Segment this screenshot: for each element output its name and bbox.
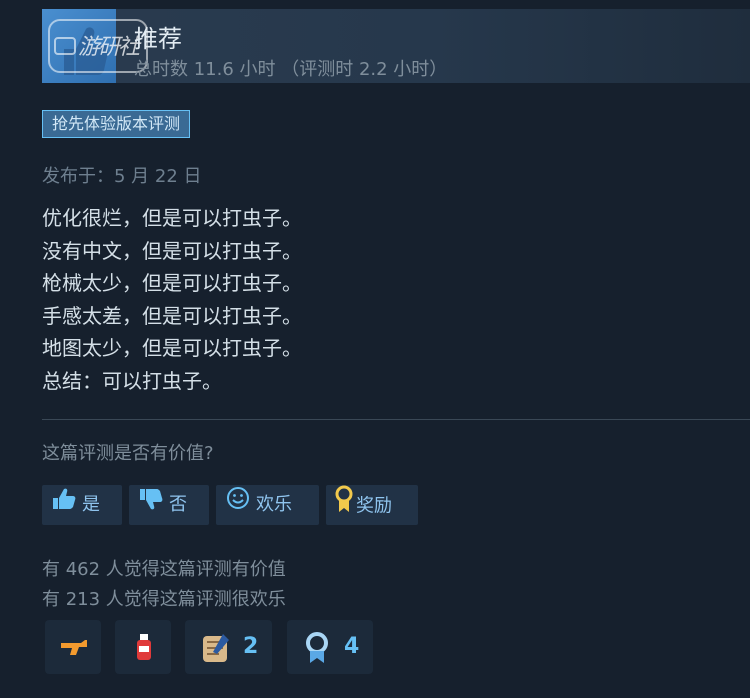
early-access-badge: 抢先体验版本评测	[42, 110, 191, 138]
review-line: 总结：可以打虫子。	[42, 368, 222, 393]
review-header: 游研社 推荐 总时数 11.6 小时 （评测时 2.2 小时）	[42, 9, 750, 83]
hours-played: 总时数 11.6 小时 （评测时 2.2 小时）	[134, 59, 448, 80]
vote-funny-button[interactable]: 欢乐	[216, 485, 319, 525]
watermark-logo: 游研社	[48, 19, 148, 73]
review-line: 地图太少，但是可以打虫子。	[42, 336, 302, 360]
review-line: 枪械太少，但是可以打虫子。	[42, 271, 302, 295]
thumbs-down-icon	[139, 485, 163, 525]
gun-award-icon	[61, 640, 87, 655]
helpful-question: 这篇评测是否有价值?	[42, 443, 214, 464]
recommendation-title: 推荐	[134, 25, 182, 53]
award-item[interactable]	[45, 620, 101, 674]
gamepad-icon	[54, 37, 76, 55]
divider	[42, 419, 750, 420]
review-line: 手感太差，但是可以打虫子。	[42, 303, 302, 328]
thumbs-up-icon	[52, 485, 76, 525]
review-line: 优化很烂，但是可以打虫子。	[42, 206, 302, 230]
bottle-award-icon	[137, 634, 151, 660]
vote-yes-button[interactable]: 是	[42, 485, 122, 525]
scroll-award-icon	[203, 634, 229, 662]
ribbon-award-icon	[306, 632, 328, 663]
vote-no-button[interactable]: 否	[129, 485, 209, 525]
posted-date: 发布于：5 月 22 日	[42, 166, 202, 187]
award-item[interactable]: 2	[185, 620, 272, 674]
award-item[interactable]: 4	[287, 620, 373, 674]
helpful-count: 有 462 人觉得这篇评测有价值	[42, 559, 286, 580]
award-medal-icon	[334, 485, 354, 528]
award-item[interactable]	[115, 620, 171, 674]
review-line: 没有中文，但是可以打虫子。	[42, 238, 302, 263]
smiley-icon	[226, 485, 250, 525]
review-body: 优化很烂，但是可以打虫子。 没有中文，但是可以打虫子。 枪械太少，但是可以打虫子…	[42, 202, 302, 397]
funny-count: 有 213 人觉得这篇评测很欢乐	[42, 589, 286, 610]
award-button[interactable]: 奖励	[326, 485, 418, 525]
